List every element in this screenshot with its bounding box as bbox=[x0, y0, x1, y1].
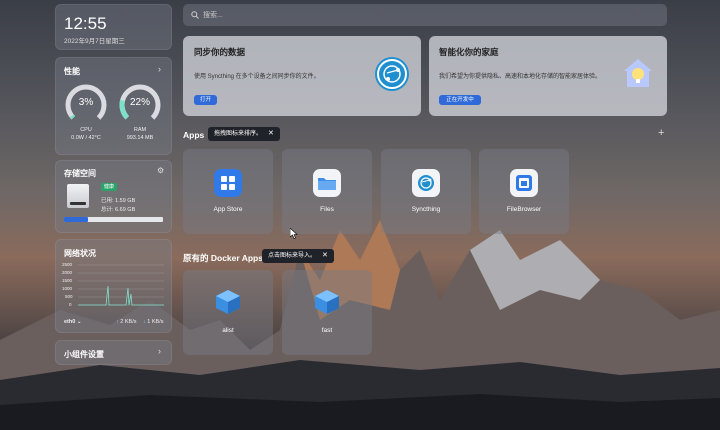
storage-bar-fill bbox=[64, 217, 88, 222]
performance-title: 性能 bbox=[64, 67, 80, 76]
app-tile-files[interactable]: Files bbox=[282, 149, 372, 234]
add-icon[interactable]: + bbox=[658, 127, 664, 139]
y-tick: 500 bbox=[65, 294, 73, 299]
ram-label: RAM bbox=[133, 127, 147, 133]
cpu-value: 3% bbox=[78, 97, 94, 108]
download-value: 1 KB/s bbox=[147, 319, 164, 325]
search-placeholder: 搜索... bbox=[203, 12, 223, 19]
syncthing-icon bbox=[412, 169, 440, 197]
docker-app-alist[interactable]: alist bbox=[183, 270, 273, 355]
storage-title: 存储空间 bbox=[64, 169, 96, 178]
close-icon[interactable]: ✕ bbox=[268, 130, 274, 137]
app-label: fast bbox=[321, 327, 333, 334]
interface-label: eth0 bbox=[64, 319, 76, 325]
close-icon[interactable]: ✕ bbox=[322, 252, 328, 259]
home-card-title: 智能化你的家庭 bbox=[439, 47, 499, 57]
apps-tooltip-text: 拖拽图标来排序。 bbox=[214, 131, 263, 137]
filebrowser-icon bbox=[510, 169, 538, 197]
docker-tooltip-text: 点击图标来导入。 bbox=[268, 253, 317, 259]
storage-total: 总计: 6.69 GB bbox=[101, 207, 136, 213]
upload-value: 2 KB/s bbox=[120, 319, 137, 325]
ram-value: 22% bbox=[129, 97, 150, 108]
settings-icon[interactable]: ⚙ bbox=[157, 166, 164, 175]
folder-icon bbox=[313, 169, 341, 197]
network-title: 网络状况 bbox=[64, 249, 96, 258]
health-badge: 健康 bbox=[101, 183, 118, 191]
network-graph bbox=[78, 264, 164, 306]
cpu-label: CPU bbox=[80, 127, 92, 133]
download-rate: ↓ 1 KB/s bbox=[143, 319, 163, 325]
upload-rate: ↑ 2 KB/s bbox=[116, 319, 136, 325]
app-store-icon bbox=[214, 169, 242, 197]
sync-card-title: 同步你的数据 bbox=[194, 47, 246, 57]
chevron-down-icon: ⌄ bbox=[76, 319, 82, 325]
ram-detail: 993.14 MB bbox=[126, 135, 154, 141]
y-tick: 2500 bbox=[62, 262, 73, 267]
docker-tooltip: 点击图标来导入。 ✕ bbox=[262, 249, 334, 263]
y-tick: 0 bbox=[69, 302, 72, 307]
sync-card-desc: 使用 Syncthing 在多个设备之间同步你的文件。 bbox=[194, 74, 320, 80]
apps-tooltip: 拖拽图标来排序。 ✕ bbox=[208, 127, 280, 141]
y-tick: 2000 bbox=[62, 270, 73, 275]
smart-home-icon bbox=[622, 57, 654, 89]
disk-icon bbox=[67, 184, 89, 208]
app-tile-filebrowser[interactable]: FileBrowser bbox=[479, 149, 569, 234]
app-tile-app-store[interactable]: App Store bbox=[183, 149, 273, 234]
chevron-right-icon[interactable]: › bbox=[158, 346, 161, 356]
home-card-desc: 我们希望为你提供隐私、高速和本地化存储的智能家居体验。 bbox=[439, 74, 602, 80]
docker-cube-icon bbox=[214, 288, 242, 316]
network-chart: 2500 2000 1500 1000 500 0 bbox=[62, 262, 166, 310]
app-label: App Store bbox=[213, 206, 243, 213]
y-tick: 1000 bbox=[62, 286, 73, 291]
cpu-detail: 0.0W / 42°C bbox=[71, 135, 101, 141]
clock-time: 12:55 bbox=[64, 14, 107, 33]
storage-used: 已用: 1.59 GB bbox=[101, 198, 136, 204]
arrow-down-icon: ↓ bbox=[143, 319, 146, 325]
storage-bar bbox=[64, 217, 163, 222]
interface-select[interactable]: eth0 ⌄ bbox=[64, 319, 81, 325]
docker-app-fast[interactable]: fast bbox=[282, 270, 372, 355]
syncthing-icon bbox=[377, 59, 407, 89]
apps-section-title: Apps bbox=[183, 130, 205, 140]
y-tick: 1500 bbox=[62, 278, 73, 283]
mouse-cursor-icon bbox=[290, 228, 298, 239]
app-label: Files bbox=[320, 206, 334, 213]
search-input[interactable]: 搜索... bbox=[183, 4, 667, 26]
clock-date: 2022年9月7日星期三 bbox=[64, 38, 125, 45]
docker-section-title: 原有的 Docker Apps bbox=[183, 253, 263, 263]
widget-settings-title: 小组件设置 bbox=[64, 350, 104, 359]
app-tile-syncthing[interactable]: Syncthing bbox=[381, 149, 471, 234]
in-development-button[interactable]: 正在开发中 bbox=[439, 95, 481, 105]
app-label: FileBrowser bbox=[506, 206, 542, 213]
app-label: Syncthing bbox=[411, 206, 441, 213]
search-icon bbox=[191, 11, 199, 19]
open-button[interactable]: 打开 bbox=[194, 95, 217, 105]
chevron-right-icon[interactable]: › bbox=[158, 64, 161, 74]
app-label: alist bbox=[222, 327, 234, 334]
arrow-up-icon: ↑ bbox=[116, 319, 119, 325]
docker-cube-icon bbox=[313, 288, 341, 316]
